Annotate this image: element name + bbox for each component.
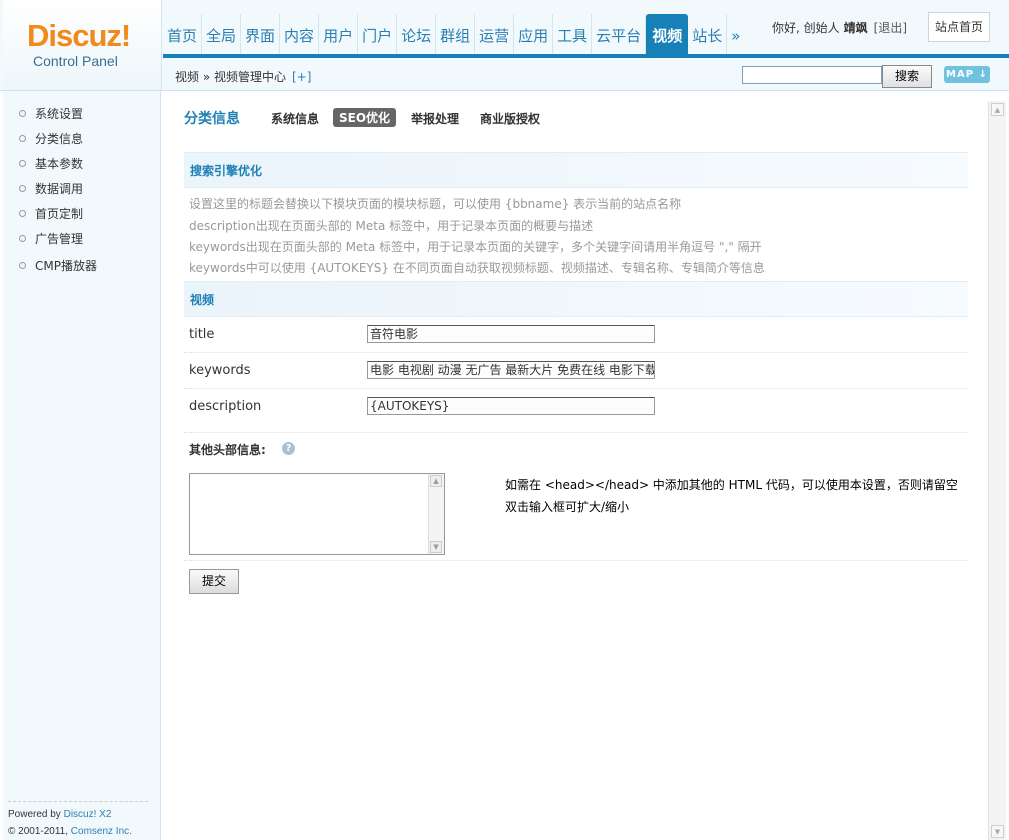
sidebar-item-label: CMP播放器 (35, 259, 97, 273)
site-home-button[interactable]: 站点首页 (928, 12, 990, 42)
add-shortcut-link[interactable]: [+] (292, 70, 311, 84)
top-nav: 首页 全局 界面 内容 用户 门户 论坛 群组 运营 应用 工具 云平台 视频 … (163, 14, 744, 56)
help-icon[interactable]: ? (282, 442, 295, 455)
nav-tools[interactable]: 工具 (553, 14, 593, 56)
sidebar-item-basic-params[interactable]: 基本参数 (19, 155, 83, 172)
scroll-down-icon[interactable]: ▼ (991, 825, 1004, 838)
sidebar-item-label: 分类信息 (35, 132, 84, 146)
extra-head-textarea[interactable]: ▲ ▼ (189, 473, 445, 555)
tab-seo[interactable]: SEO优化 (333, 108, 397, 127)
textarea-scrollbar[interactable]: ▲ ▼ (428, 474, 444, 554)
bullet-icon (19, 235, 26, 242)
comsenz-link[interactable]: Comsenz Inc. (71, 826, 132, 837)
nav-content[interactable]: 内容 (280, 14, 320, 56)
breadcrumb: 视频 » 视频管理中心 [+] (175, 68, 311, 85)
nav-users[interactable]: 用户 (319, 14, 359, 56)
scroll-up-icon[interactable]: ▲ (991, 103, 1004, 116)
nav-cloud[interactable]: 云平台 (592, 14, 647, 56)
user-greeting: 你好, 创始人 (772, 21, 840, 35)
nav-underline (163, 54, 1009, 58)
sidebar-item-data-call[interactable]: 数据调用 (19, 180, 83, 197)
tab-license[interactable]: 商业版授权 (480, 110, 540, 127)
sidebar-item-system-settings[interactable]: 系统设置 (19, 105, 83, 122)
bullet-icon (19, 135, 26, 142)
map-button[interactable]: MAP ↓ (944, 66, 990, 83)
section-title: 搜索引擎优化 (190, 164, 263, 178)
description-label: description (189, 399, 262, 414)
tip-line: keywords中可以使用 {AUTOKEYS} 在不同页面自动获取视频标题、视… (189, 261, 765, 275)
nav-more[interactable]: » (727, 14, 744, 56)
extra-head-help: 如需在 <head></head> 中添加其他的 HTML 代码，可以使用本设置… (505, 478, 958, 492)
description-input[interactable]: {AUTOKEYS} (367, 397, 655, 415)
user-name: 靖飒 (843, 21, 868, 35)
nav-portal[interactable]: 门户 (358, 14, 398, 56)
scroll-up-icon[interactable]: ▲ (430, 475, 442, 487)
page-scrollbar[interactable]: ▲ ▼ (988, 101, 1006, 840)
map-label: MAP (946, 69, 975, 80)
bullet-icon (19, 110, 26, 117)
row-divider (184, 560, 968, 561)
header: Discuz! Control Panel 首页 全局 界面 内容 用户 门户 … (0, 0, 1009, 91)
tab-reports[interactable]: 举报处理 (411, 110, 459, 127)
nav-operations[interactable]: 运营 (475, 14, 515, 56)
bullet-icon (19, 185, 26, 192)
nav-interface[interactable]: 界面 (241, 14, 281, 56)
main-panel: 分类信息 系统信息 SEO优化 举报处理 商业版授权 搜索引擎优化 设置这里的标… (164, 91, 987, 840)
tab-system-info[interactable]: 系统信息 (271, 110, 319, 127)
section-header-video: 视频 (184, 281, 968, 317)
nav-apps[interactable]: 应用 (514, 14, 554, 56)
title-label: title (189, 327, 215, 342)
nav-video[interactable]: 视频 (646, 14, 689, 56)
sidebar-item-ads[interactable]: 广告管理 (19, 230, 83, 247)
bullet-icon (19, 262, 26, 269)
nav-home[interactable]: 首页 (163, 14, 203, 56)
sidebar-item-homepage-custom[interactable]: 首页定制 (19, 205, 83, 222)
row-divider (184, 388, 968, 389)
sidebar-footer: Powered by Discuz! X2 © 2001-2011, Comse… (8, 801, 148, 840)
bullet-icon (19, 210, 26, 217)
sidebar-item-label: 基本参数 (35, 157, 84, 171)
section-header-seo: 搜索引擎优化 (184, 152, 968, 188)
logo-subtitle: Control Panel (33, 53, 118, 69)
discuz-link[interactable]: Discuz! X2 (64, 809, 112, 820)
search-input[interactable] (742, 66, 882, 84)
powered-by: Powered by Discuz! X2 (8, 809, 112, 820)
sidebar-item-label: 首页定制 (35, 207, 84, 221)
scroll-down-icon[interactable]: ▼ (430, 541, 442, 553)
tip-line: description出现在页面头部的 Meta 标签中，用于记录本页面的概要与… (189, 219, 594, 233)
nav-groups[interactable]: 群组 (436, 14, 476, 56)
tip-line: keywords出现在页面头部的 Meta 标签中，用于记录本页面的关键字，多个… (189, 240, 762, 254)
nav-forum[interactable]: 论坛 (397, 14, 437, 56)
page-title: 分类信息 (184, 111, 240, 127)
extra-head-label: 其他头部信息: (189, 443, 266, 457)
search-button[interactable]: 搜索 (882, 65, 932, 88)
sidebar-item-cmp-player[interactable]: CMP播放器 (19, 257, 97, 274)
logo[interactable]: Discuz! Control Panel (3, 0, 162, 90)
keywords-label: keywords (189, 363, 251, 378)
tip-line: 设置这里的标题会替换以下模块页面的模块标题，可以使用 {bbname} 表示当前… (189, 197, 682, 211)
row-divider (184, 432, 968, 433)
nav-webmaster[interactable]: 站长 (688, 14, 728, 56)
sidebar-item-label: 广告管理 (35, 232, 84, 246)
keywords-input[interactable]: 电影 电视剧 动漫 无广告 最新大片 免费在线 电影下载 (367, 361, 655, 379)
title-input[interactable]: 音符电影 (367, 325, 655, 343)
logo-brand: Discuz! (27, 18, 131, 53)
bullet-icon (19, 160, 26, 167)
copyright: © 2001-2011, Comsenz Inc. (8, 826, 132, 837)
sidebar: 系统设置 分类信息 基本参数 数据调用 首页定制 广告管理 CMP播放器 Pow… (3, 91, 161, 840)
nav-global[interactable]: 全局 (202, 14, 242, 56)
user-box: 你好, 创始人 靖飒 [退出] (772, 19, 907, 36)
logout-link[interactable]: [退出] (874, 21, 907, 35)
section-title: 视频 (190, 293, 215, 307)
submit-button[interactable]: 提交 (189, 569, 239, 594)
sidebar-item-label: 数据调用 (35, 182, 84, 196)
arrow-down-icon: ↓ (978, 69, 988, 80)
sidebar-item-category-info[interactable]: 分类信息 (19, 130, 83, 147)
breadcrumb-path[interactable]: 视频 » 视频管理中心 (175, 70, 286, 84)
extra-head-help: 双击输入框可扩大/缩小 (505, 500, 630, 514)
row-divider (184, 352, 968, 353)
sidebar-item-label: 系统设置 (35, 107, 84, 121)
